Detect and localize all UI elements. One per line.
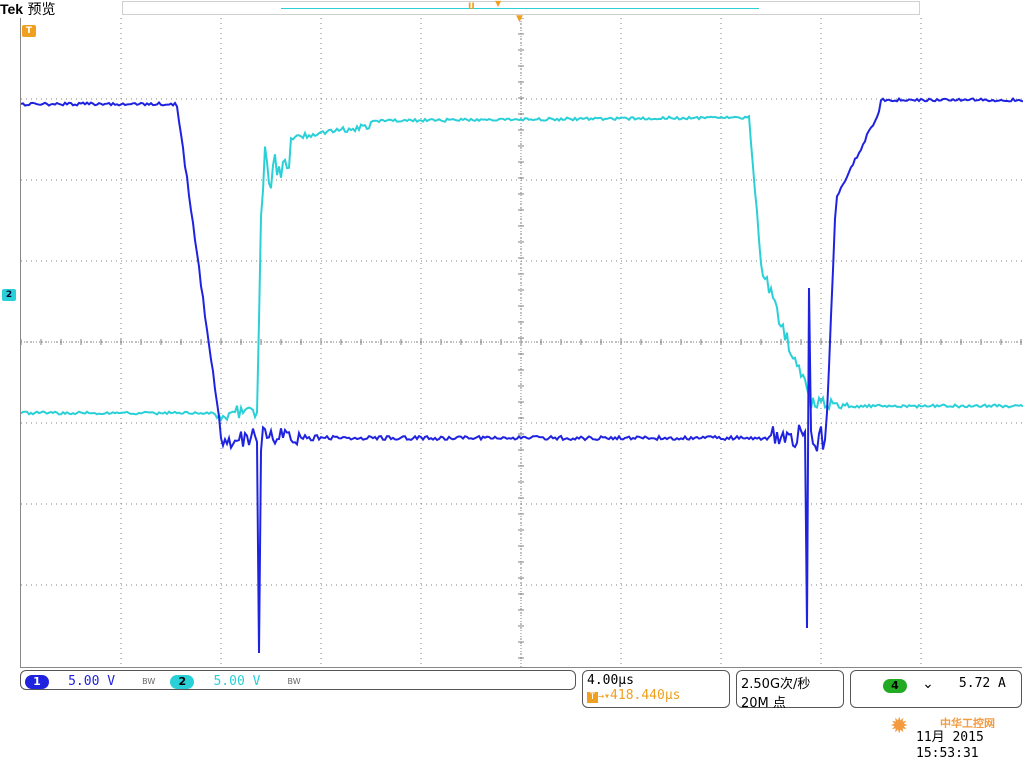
trigger-slope-icon: ⌄ (922, 676, 934, 692)
record-view-window (281, 8, 759, 9)
record-length: 20M 点 (741, 692, 839, 711)
channel-2-chip[interactable]: 2 (170, 675, 194, 689)
brand-label: Tek 预览 (0, 0, 56, 18)
channel-1-scale: 5.00 V (68, 674, 115, 689)
trigger-position-icon[interactable]: ▼ (516, 14, 526, 22)
record-bar-marker: II (468, 2, 475, 12)
trigger-source-chip[interactable]: 4 (883, 679, 907, 693)
acquisition-settings-box[interactable]: 2.50G次/秒 20M 点 (736, 670, 844, 708)
channel-1-waveform (21, 99, 1023, 654)
channel-2-scale: 5.00 V (213, 674, 260, 689)
waveform-display[interactable]: ▼ (20, 18, 1022, 668)
mode-label: 预览 (28, 2, 56, 18)
graticule (21, 18, 1023, 668)
date: 11月 2015 (916, 730, 1016, 746)
channel-1-bw-flag: BW (142, 677, 155, 686)
time: 15:53:31 (916, 746, 1016, 762)
top-bar: Tek 预览 II ▼ (0, 0, 1024, 18)
record-position-bar[interactable]: II ▼ (122, 1, 920, 15)
timebase-scale: 4.00µs (587, 673, 725, 688)
trigger-delay-icon: T (587, 692, 598, 703)
trigger-delay-value: 418.440µs (610, 688, 680, 703)
channel-2-bw-flag: BW (288, 677, 301, 686)
brand-name: Tek (0, 1, 23, 17)
sample-rate: 2.50G次/秒 (741, 673, 839, 692)
horizontal-settings-box[interactable]: 4.00µs T →▾418.440µs (582, 670, 730, 708)
trigger-settings-box[interactable]: 4 ⌄ 5.72 A (850, 670, 1022, 708)
arrow-icon: →▾ (598, 691, 610, 702)
date-time: 11月 2015 15:53:31 (912, 728, 1020, 766)
vertical-settings-box[interactable]: 1 5.00 V BW 2 5.00 V BW (20, 670, 576, 690)
record-trigger-pointer-icon: ▼ (495, 0, 501, 8)
channel-2-ground-marker[interactable]: 2 (2, 289, 16, 301)
gear-icon: ✹ (890, 714, 908, 739)
trigger-level-marker[interactable]: T (22, 25, 36, 37)
channel-1-chip[interactable]: 1 (25, 675, 49, 689)
trigger-level: 5.72 A (959, 676, 1006, 691)
status-bar: 1 5.00 V BW 2 5.00 V BW 4.00µs T →▾418.44… (0, 668, 1024, 768)
